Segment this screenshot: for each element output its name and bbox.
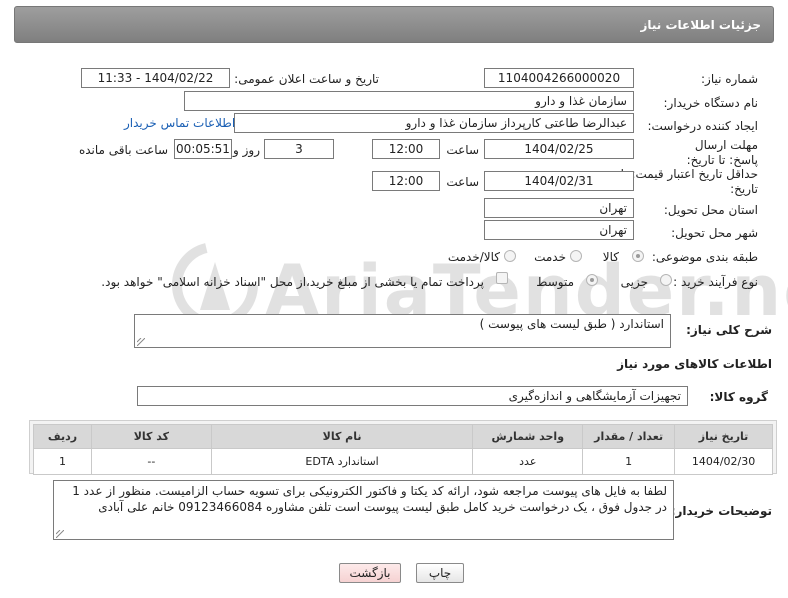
back-button[interactable]: بازگشت xyxy=(339,563,401,583)
creator-field[interactable]: عبدالرضا طاعتی کارپرداز سازمان غذا و دار… xyxy=(234,113,634,133)
process-option-medium: متوسط xyxy=(536,275,574,289)
col-header-quantity: تعداد / مقدار xyxy=(582,424,676,449)
cell-need-date: 1404/02/30 xyxy=(674,448,773,475)
goods-group-field[interactable]: تجهیزات آزمایشگاهی و اندازه‌گیری xyxy=(137,386,688,406)
announce-date-label: تاریخ و ساعت اعلان عمومی: xyxy=(234,72,379,86)
cell-item-code: -- xyxy=(90,448,212,475)
goods-group-label: گروه کالا: xyxy=(709,390,768,404)
resize-grip-icon[interactable] xyxy=(137,338,145,346)
need-number-label: شماره نیاز: xyxy=(701,72,758,86)
goods-section-title: اطلاعات کالاهای مورد نیاز xyxy=(617,357,772,371)
deadline-date-field[interactable]: 1404/02/25 xyxy=(484,139,634,159)
col-header-unit: واحد شمارش xyxy=(472,424,584,449)
col-header-need-date: تاریخ نیاز xyxy=(674,424,773,449)
price-validity-date-field[interactable]: 1404/02/31 xyxy=(484,171,634,191)
deadline-label: مهلت ارسال پاسخ: تا تاریخ: xyxy=(686,138,758,167)
category-radio-service[interactable] xyxy=(570,250,582,262)
category-label: طبقه بندی موضوعی: xyxy=(651,250,758,264)
buyer-notes-textarea[interactable]: لطفا به فایل های پیوست مراجعه شود، ارائه… xyxy=(53,480,674,540)
price-validity-label: حداقل تاریخ اعتبار قیمت: تا تاریخ: xyxy=(620,167,758,196)
deadline-time-field[interactable]: 12:00 xyxy=(372,139,440,159)
buyer-notes-label: توضیحات خریدار: xyxy=(670,504,772,518)
days-label: روز و xyxy=(233,143,260,157)
deadline-time-label: ساعت xyxy=(446,143,479,157)
province-label: استان محل تحویل: xyxy=(663,203,758,217)
page-title: جزئیات اطلاعات نیاز xyxy=(640,18,761,32)
table-row[interactable]: 1404/02/30 1 عدد استاندارد EDTA -- 1 xyxy=(33,448,773,475)
price-validity-time-field[interactable]: 12:00 xyxy=(372,171,440,191)
buyer-contact-link[interactable]: اطلاعات تماس خریدار xyxy=(124,116,235,130)
description-textarea[interactable]: استاندارد ( طبق لیست های پیوست ) xyxy=(134,314,671,348)
need-number-field[interactable]: 1104004266000020 xyxy=(484,68,634,88)
items-table: تاریخ نیاز تعداد / مقدار واحد شمارش نام … xyxy=(33,424,773,475)
treasury-payment-checkbox[interactable] xyxy=(496,272,508,284)
category-radio-goods[interactable] xyxy=(632,250,644,262)
col-header-item-name: نام کالا xyxy=(210,424,474,449)
process-type-label: نوع فرآیند خرید : xyxy=(673,275,758,289)
cell-quantity: 1 xyxy=(582,448,676,475)
announce-date-field[interactable]: 1404/02/22 - 11:33 xyxy=(81,68,230,88)
price-validity-time-label: ساعت xyxy=(446,175,479,189)
print-button[interactable]: چاپ xyxy=(416,563,464,583)
creator-label: ایجاد کننده درخواست: xyxy=(647,119,758,133)
province-field[interactable]: تهران xyxy=(484,198,634,218)
treasury-payment-note: پرداخت تمام یا بخشی از مبلغ خرید،از محل … xyxy=(101,275,484,289)
city-label: شهر محل تحویل: xyxy=(671,226,758,240)
time-remaining-label: ساعت باقی مانده xyxy=(78,143,168,157)
col-header-row-number: ردیف xyxy=(33,424,92,449)
items-table-header: تاریخ نیاز تعداد / مقدار واحد شمارش نام … xyxy=(33,424,773,449)
city-field[interactable]: تهران xyxy=(484,220,634,240)
buyer-notes-text: لطفا به فایل های پیوست مراجعه شود، ارائه… xyxy=(72,484,667,514)
category-option-goods-service: کالا/خدمت xyxy=(447,250,500,264)
buyer-org-label: نام دستگاه خریدار: xyxy=(663,96,759,110)
header-bar: جزئیات اطلاعات نیاز xyxy=(14,6,774,43)
resize-grip-icon[interactable] xyxy=(56,530,64,538)
process-radio-minor[interactable] xyxy=(660,274,672,286)
category-option-goods: کالا xyxy=(602,250,619,264)
cell-row-number: 1 xyxy=(33,448,92,475)
days-remaining-field[interactable]: 3 xyxy=(264,139,334,159)
category-option-service: خدمت xyxy=(534,250,566,264)
description-text: استاندارد ( طبق لیست های پیوست ) xyxy=(479,317,664,331)
cell-unit: عدد xyxy=(472,448,584,475)
process-option-minor: جزیی xyxy=(620,275,648,289)
time-remaining-field[interactable]: 00:05:51 xyxy=(174,139,232,159)
description-label: شرح کلی نیاز: xyxy=(686,323,772,337)
buyer-org-field[interactable]: سازمان غذا و دارو xyxy=(184,91,634,111)
col-header-item-code: کد کالا xyxy=(90,424,212,449)
cell-item-name: استاندارد EDTA xyxy=(210,448,474,475)
category-radio-goods-service[interactable] xyxy=(504,250,516,262)
process-radio-medium[interactable] xyxy=(586,274,598,286)
